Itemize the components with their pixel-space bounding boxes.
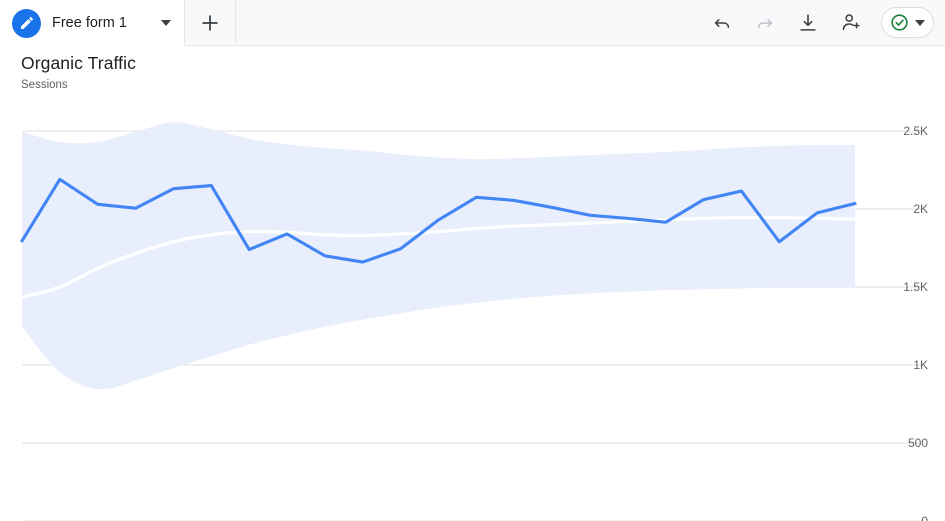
y-axis-label: 1K xyxy=(913,358,928,372)
share-button[interactable] xyxy=(836,8,866,38)
redo-icon xyxy=(757,18,773,28)
y-axis-label: 1.5K xyxy=(903,280,928,294)
chart-container[interactable]: Organic Traffic Sessions 2.5K 2K 1.5K 1K 500… xyxy=(0,46,945,521)
undo-button[interactable] xyxy=(707,8,737,38)
chevron-down-icon xyxy=(915,19,925,26)
y-axis-label: 2.5K xyxy=(903,124,928,138)
redo-button[interactable] xyxy=(750,8,780,38)
toolbar-actions xyxy=(707,0,945,45)
chevron-down-icon[interactable] xyxy=(161,20,171,26)
chart-plot xyxy=(20,122,922,521)
undo-icon xyxy=(714,18,730,28)
check-circle-icon xyxy=(891,14,908,31)
add-person-icon xyxy=(842,14,860,31)
add-tab-button[interactable] xyxy=(185,0,236,45)
top-toolbar: Free form 1 xyxy=(0,0,945,46)
download-button[interactable] xyxy=(793,8,823,38)
plus-icon xyxy=(202,14,218,31)
y-axis-label: 500 xyxy=(907,436,928,450)
y-axis-label: 0 xyxy=(921,514,928,521)
status-badge[interactable] xyxy=(881,7,934,38)
y-axis-label: 2K xyxy=(913,202,928,216)
download-icon xyxy=(800,13,816,31)
confidence-band xyxy=(22,122,855,390)
tab-free-form-1[interactable]: Free form 1 xyxy=(0,0,185,46)
edit-pencil-icon xyxy=(12,8,41,38)
tab-label: Free form 1 xyxy=(52,15,127,31)
